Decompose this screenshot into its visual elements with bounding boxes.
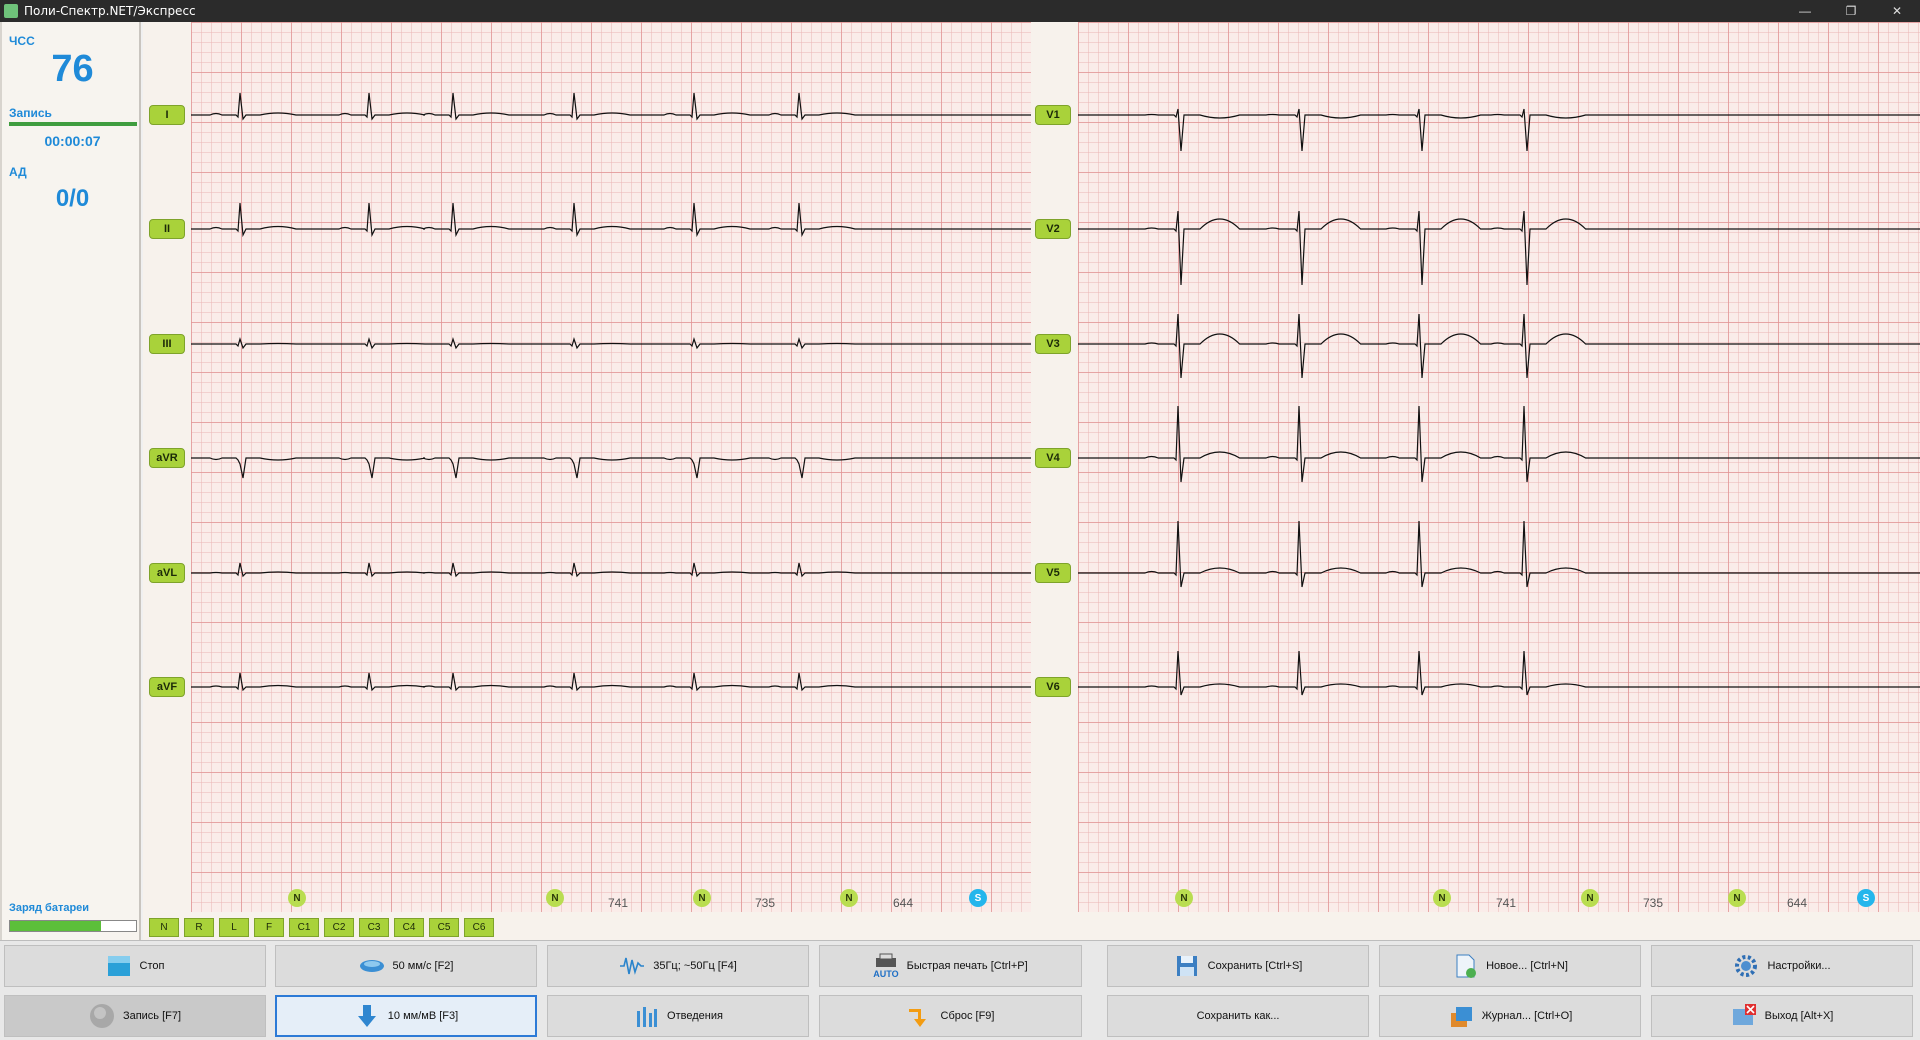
- new-label: Новое... [Ctrl+N]: [1486, 960, 1568, 972]
- electrode-c1: C1: [289, 918, 319, 937]
- close-icon[interactable]: ✕: [1874, 0, 1920, 22]
- title-bar: Поли-Спектр.NET/Экспресс — ❐ ✕: [0, 0, 1920, 22]
- stop-icon: [107, 956, 130, 976]
- electrode-n: N: [149, 918, 179, 937]
- electrode-c4: C4: [394, 918, 424, 937]
- leads-icon: [637, 1007, 658, 1027]
- lead-label-I[interactable]: I: [149, 105, 185, 125]
- exit-button[interactable]: Выход [Alt+X]: [1651, 995, 1913, 1037]
- lead-label-V1[interactable]: V1: [1035, 105, 1071, 125]
- lead-label-V5[interactable]: V5: [1035, 563, 1071, 583]
- bottom-toolbar: Стоп 50 мм/с [F2] 35Гц; ~50Гц [F4] AUTO …: [0, 940, 1920, 1040]
- settings-button[interactable]: Настройки...: [1651, 945, 1913, 987]
- vitals-panel: ЧСС 76 Запись 00:00:07 АД 0/0 Заряд бата…: [0, 22, 141, 940]
- rr-interval: 735: [1643, 896, 1664, 910]
- electrode-l: L: [219, 918, 249, 937]
- bp-value: 0/0: [55, 185, 90, 212]
- beat-marker-n: N: [840, 889, 858, 907]
- quick-print-button[interactable]: AUTO Быстрая печать [Ctrl+P]: [819, 945, 1082, 987]
- quick-print-label: Быстрая печать [Ctrl+P]: [906, 960, 1028, 972]
- leads-label: Отведения: [667, 1010, 723, 1022]
- exit-icon: [1732, 1004, 1756, 1025]
- auto-label: AUTO: [873, 969, 899, 979]
- journal-button[interactable]: Журнал... [Ctrl+O]: [1379, 995, 1641, 1037]
- beat-marker-n: N: [1728, 889, 1746, 907]
- record-label: Запись: [9, 106, 52, 120]
- beat-marker-n: N: [1175, 889, 1193, 907]
- save-button[interactable]: Сохранить [Ctrl+S]: [1107, 945, 1369, 987]
- lead-label-III[interactable]: III: [149, 334, 185, 354]
- gain-button[interactable]: 10 мм/мВ [F3]: [275, 995, 537, 1037]
- app-icon: [4, 4, 18, 18]
- bp-label: АД: [9, 165, 27, 179]
- beat-marker-n: N: [546, 889, 564, 907]
- beat-marker-n: N: [1581, 889, 1599, 907]
- record-button[interactable]: Запись [F7]: [4, 995, 266, 1037]
- save-as-button[interactable]: Сохранить как...: [1107, 995, 1369, 1037]
- settings-label: Настройки...: [1767, 960, 1831, 972]
- rr-interval: 735: [755, 896, 776, 910]
- leads-button[interactable]: Отведения: [547, 995, 809, 1037]
- stop-label: Стоп: [139, 960, 165, 972]
- arrow-down-icon: [357, 1005, 376, 1027]
- speed-icon: [359, 960, 384, 972]
- battery-indicator: [9, 920, 137, 932]
- reset-arrow-icon: [908, 1009, 926, 1027]
- lead-label-V2[interactable]: V2: [1035, 219, 1071, 239]
- hr-label: ЧСС: [9, 34, 35, 48]
- save-as-label: Сохранить как...: [1196, 1010, 1280, 1022]
- speed-label: 50 мм/с [F2]: [392, 960, 454, 972]
- reset-button[interactable]: Сброс [F9]: [819, 995, 1082, 1037]
- gear-icon: [1735, 955, 1758, 977]
- new-button[interactable]: Новое... [Ctrl+N]: [1379, 945, 1641, 987]
- record-button-label: Запись [F7]: [122, 1010, 182, 1022]
- lead-label-aVF[interactable]: aVF: [149, 677, 185, 697]
- lead-label-V6[interactable]: V6: [1035, 677, 1071, 697]
- electrode-c5: C5: [429, 918, 459, 937]
- waveform-icon: [620, 957, 645, 975]
- rr-interval: 741: [1496, 896, 1517, 910]
- window-title: Поли-Спектр.NET/Экспресс: [24, 4, 196, 18]
- beat-marker-n: N: [693, 889, 711, 907]
- beat-marker-n: N: [1433, 889, 1451, 907]
- rr-interval: 644: [893, 896, 914, 910]
- restore-icon[interactable]: ❐: [1828, 0, 1874, 22]
- electrode-c6: C6: [464, 918, 494, 937]
- new-document-icon: [1456, 954, 1477, 978]
- record-progress-bar: [9, 122, 137, 126]
- lead-label-V4[interactable]: V4: [1035, 448, 1071, 468]
- save-icon: [1176, 956, 1197, 976]
- lead-label-aVL[interactable]: aVL: [149, 563, 185, 583]
- battery-label: Заряд батареи: [9, 902, 90, 914]
- stop-button[interactable]: Стоп: [4, 945, 266, 987]
- rr-interval: 741: [608, 896, 629, 910]
- rr-interval: 644: [1787, 896, 1808, 910]
- beat-marker-s: S: [969, 889, 987, 907]
- save-label: Сохранить [Ctrl+S]: [1207, 960, 1303, 972]
- filter-label: 35Гц; ~50Гц [F4]: [653, 960, 737, 972]
- gain-label: 10 мм/мВ [F3]: [387, 1010, 459, 1022]
- electrode-r: R: [184, 918, 214, 937]
- lead-label-aVR[interactable]: aVR: [149, 448, 185, 468]
- ecg-view[interactable]: I II III aVR aVL aVF V1 V2 V3 V4 V5 V6 N N N N S 741 735 64…: [143, 22, 1920, 940]
- record-icon: [89, 1004, 114, 1028]
- lead-label-II[interactable]: II: [149, 219, 185, 239]
- reset-label: Сброс [F9]: [940, 1010, 995, 1022]
- minimize-icon[interactable]: —: [1782, 0, 1828, 22]
- journal-icon: [1450, 1007, 1472, 1027]
- electrode-c3: C3: [359, 918, 389, 937]
- beat-marker-n: N: [288, 889, 306, 907]
- exit-label: Выход [Alt+X]: [1764, 1010, 1834, 1022]
- beat-marker-s: S: [1857, 889, 1875, 907]
- filter-button[interactable]: 35Гц; ~50Гц [F4]: [547, 945, 809, 987]
- journal-label: Журнал... [Ctrl+O]: [1481, 1010, 1573, 1022]
- electrode-f: F: [254, 918, 284, 937]
- printer-icon: AUTO: [873, 953, 899, 979]
- hr-value: 76: [51, 48, 94, 90]
- speed-button[interactable]: 50 мм/с [F2]: [275, 945, 537, 987]
- lead-label-V3[interactable]: V3: [1035, 334, 1071, 354]
- record-time: 00:00:07: [44, 133, 101, 149]
- electrode-c2: C2: [324, 918, 354, 937]
